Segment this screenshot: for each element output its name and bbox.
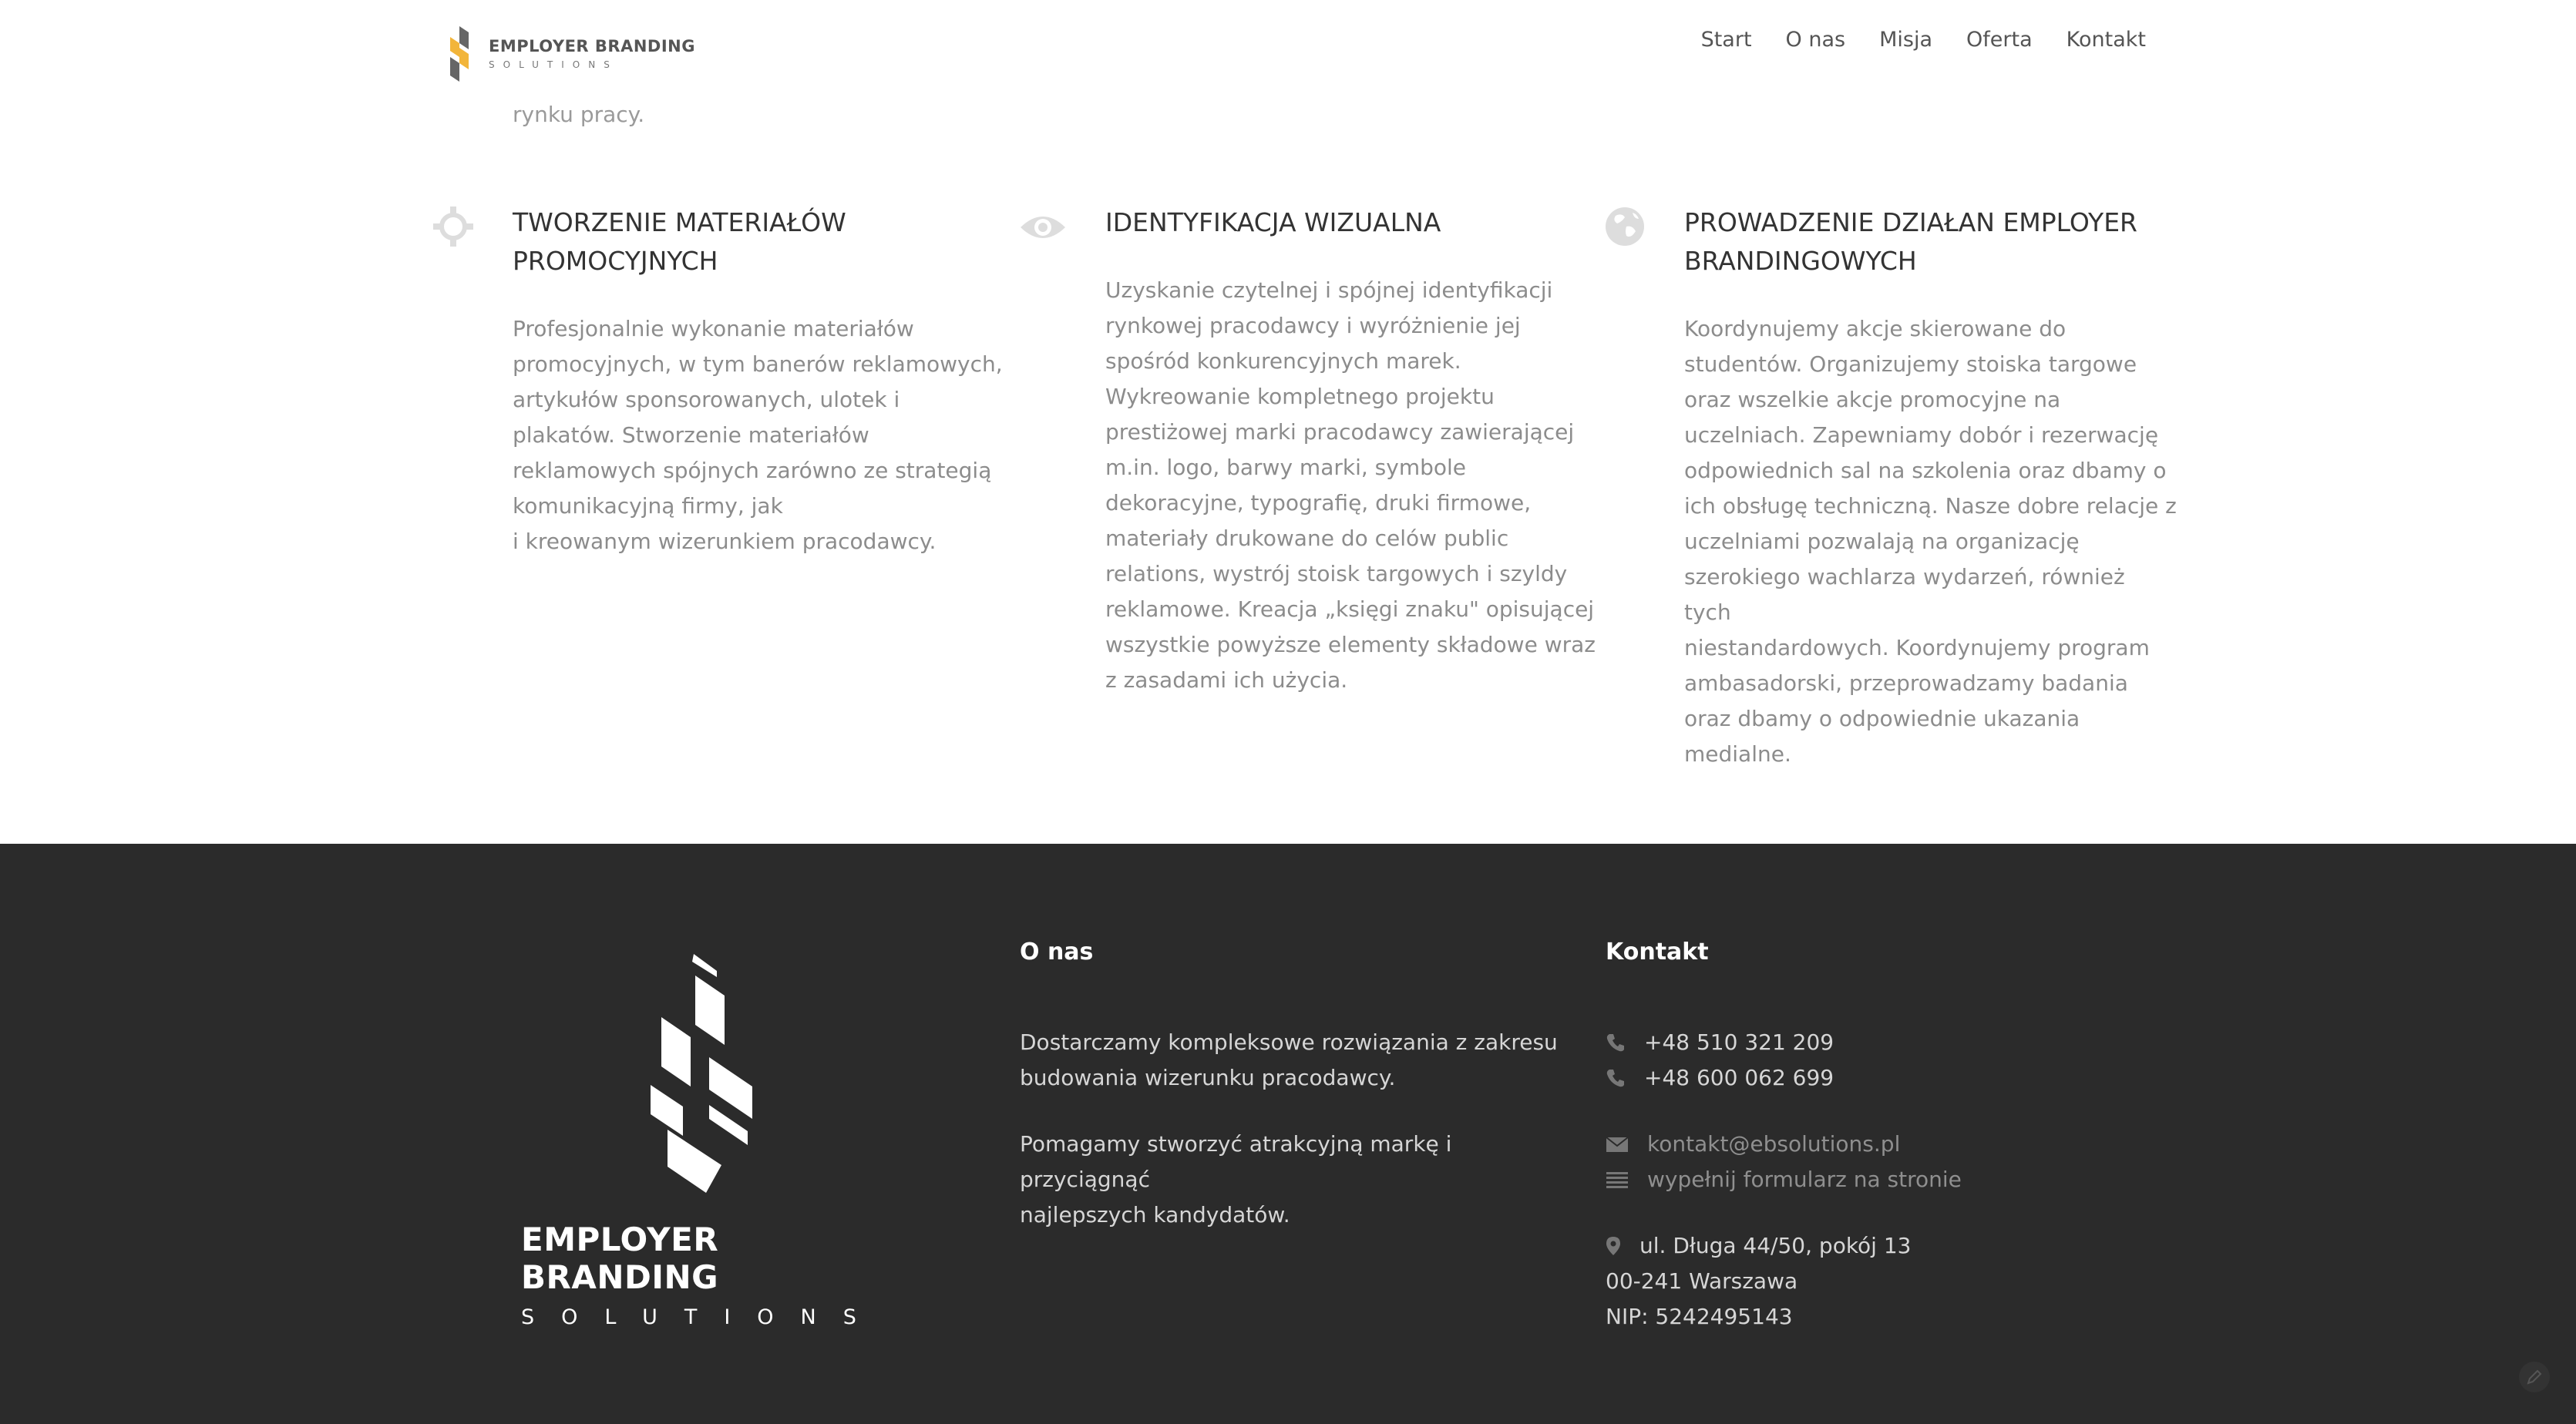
service-text-line: ich obsługę techniczną. Nasze dobre rela… bbox=[1684, 493, 2177, 519]
footer-logo-subtitle: SOLUTIONS bbox=[521, 1305, 883, 1329]
service-text-line: studentów. Organizujemy stoiska targowe bbox=[1684, 351, 2137, 377]
service-title-identity: IDENTYFIKACJA WIZUALNA bbox=[1105, 203, 1568, 242]
service-text-line: spośród konkurencyjnych marek. bbox=[1105, 348, 1461, 374]
contact-email: kontakt@ebsolutions.pl bbox=[1606, 1127, 1900, 1162]
service-text-line: reklamowe. Kreacja „księgi znaku" opisuj… bbox=[1105, 596, 1595, 622]
service-text-line: oraz wszelkie akcje promocyjne na bbox=[1684, 387, 2061, 412]
clipped-paragraph-text: rynku pracy. bbox=[513, 102, 645, 127]
contact-phone-2: +48 600 062 699 bbox=[1606, 1060, 1834, 1096]
service-text-line: i kreowanym wizerunkiem pracodawcy. bbox=[513, 529, 937, 554]
service-text-line: uczelniach. Zapewniamy dobór i rezerwacj… bbox=[1684, 422, 2159, 448]
service-text-line: dekoracyjne, typografię, druki firmowe, bbox=[1105, 490, 1532, 516]
service-text-line: materiały drukowane do celów public bbox=[1105, 526, 1509, 551]
contact-nip: NIP: 5242495143 bbox=[1606, 1299, 1793, 1335]
service-text-line: z zasadami ich użycia. bbox=[1105, 667, 1348, 693]
service-text-line: Wykreowanie kompletnego projektu bbox=[1105, 384, 1495, 409]
nav-start[interactable]: Start bbox=[1701, 28, 1752, 52]
nav-misja[interactable]: Misja bbox=[1879, 28, 1932, 52]
edit-icon bbox=[2527, 1369, 2542, 1385]
service-text-identity: Uzyskanie czytelnej i spójnej identyfika… bbox=[1105, 273, 1599, 698]
service-text-line: Koordynujemy akcje skierowane do bbox=[1684, 316, 2067, 341]
phone-icon bbox=[1606, 1034, 1624, 1052]
service-text-line: Uzyskanie czytelnej i spójnej identyfika… bbox=[1105, 277, 1553, 303]
scroll-to-top-button[interactable] bbox=[2519, 1362, 2550, 1392]
service-text-line: m.in. logo, barwy marki, symbole bbox=[1105, 455, 1467, 480]
service-text-employer-branding: Koordynujemy akcje skierowane do student… bbox=[1684, 311, 2177, 772]
service-text-line: promocyjnych, w tym banerów reklamowych, bbox=[513, 351, 1003, 377]
service-text-line: szerokiego wachlarza wydarzeń, również t… bbox=[1684, 564, 2125, 625]
footer-logo: EMPLOYER BRANDING SOLUTIONS bbox=[521, 954, 889, 1329]
service-text-line: medialne. bbox=[1684, 741, 1791, 767]
footer-about-heading: O nas bbox=[1020, 939, 1094, 966]
footer-text-line: najlepszych kandydatów. bbox=[1020, 1202, 1290, 1228]
service-text-line: Profesjonalnie wykonanie materiałów bbox=[513, 316, 914, 341]
nip-number: NIP: 5242495143 bbox=[1606, 1304, 1793, 1329]
map-pin-icon bbox=[1606, 1237, 1620, 1255]
service-text-materials: Profesjonalnie wykonanie materiałów prom… bbox=[513, 311, 1006, 559]
footer-logo-title: EMPLOYER BRANDING bbox=[521, 1221, 719, 1296]
service-text-line: prestiżowej marki pracodawcy zawierające… bbox=[1105, 419, 1575, 445]
footer-contact-heading: Kontakt bbox=[1606, 939, 1709, 966]
footer-text-line: Pomagamy stworzyć atrakcyjną markę i prz… bbox=[1020, 1131, 1452, 1192]
phone-number-1[interactable]: +48 510 321 209 bbox=[1644, 1025, 1834, 1060]
main-nav: Start O nas Misja Oferta Kontakt bbox=[1701, 28, 2146, 52]
footer-text-line: Dostarczamy kompleksowe rozwiązania z za… bbox=[1020, 1029, 1558, 1055]
phone-number-2[interactable]: +48 600 062 699 bbox=[1644, 1060, 1834, 1096]
contact-form-row: wypełnij formularz na stronie bbox=[1606, 1162, 1962, 1197]
address-line-2: 00-241 Warszawa bbox=[1606, 1268, 1798, 1294]
service-text-line: oraz dbamy o odpowiednie ukazania bbox=[1684, 706, 2080, 731]
email-link[interactable]: kontakt@ebsolutions.pl bbox=[1647, 1127, 1900, 1162]
service-text-line: odpowiednich sal na szkolenia oraz dbamy… bbox=[1684, 458, 2167, 483]
address-line-1: ul. Długa 44/50, pokój 13 bbox=[1639, 1233, 1912, 1258]
service-text-line: wszystkie powyższe elementy składowe wra… bbox=[1105, 632, 1596, 657]
contact-form-link[interactable]: wypełnij formularz na stronie bbox=[1647, 1162, 1962, 1197]
globe-icon bbox=[1606, 207, 1644, 246]
contact-address: ul. Długa 44/50, pokój 13 bbox=[1606, 1228, 1911, 1264]
service-text-line: niestandardowych. Koordynujemy program bbox=[1684, 635, 2150, 660]
logo-subtitle: SOLUTIONS bbox=[489, 59, 618, 70]
service-title-line: IDENTYFIKACJA WIZUALNA bbox=[1105, 207, 1441, 237]
service-title-line: PROMOCYJNYCH bbox=[513, 246, 718, 276]
service-text-line: komunikacyjną firmy, jak bbox=[513, 493, 783, 519]
service-title-line: BRANDINGOWYCH bbox=[1684, 246, 1917, 276]
nav-o-nas[interactable]: O nas bbox=[1786, 28, 1846, 52]
crosshair-icon bbox=[433, 207, 473, 247]
service-title-materials: TWORZENIE MATERIAŁÓW PROMOCYJNYCH bbox=[513, 203, 975, 280]
service-title-line: TWORZENIE MATERIAŁÓW bbox=[513, 207, 846, 237]
nav-kontakt[interactable]: Kontakt bbox=[2067, 28, 2146, 52]
service-text-line: ambasadorski, przeprowadzamy badania bbox=[1684, 670, 2128, 696]
service-text-line: rynkowej pracodawcy i wyróżnienie jej bbox=[1105, 313, 1521, 338]
service-text-line: artykułów sponsorowanych, ulotek i bbox=[513, 387, 900, 412]
contact-address-city: 00-241 Warszawa bbox=[1606, 1264, 1797, 1299]
list-icon bbox=[1606, 1172, 1628, 1188]
service-text-line: reklamowych spójnych zarówno ze strategi… bbox=[513, 458, 992, 483]
service-text-line: relations, wystrój stoisk targowych i sz… bbox=[1105, 561, 1568, 586]
phone-icon bbox=[1606, 1070, 1624, 1087]
header-logo[interactable]: EMPLOYER BRANDING SOLUTIONS bbox=[446, 26, 695, 82]
nav-oferta[interactable]: Oferta bbox=[1966, 28, 2033, 52]
footer-text-line: budowania wizerunku pracodawcy. bbox=[1020, 1065, 1396, 1090]
footer-about-paragraph-1: Dostarczamy kompleksowe rozwiązania z za… bbox=[1020, 1025, 1559, 1096]
footer-about-paragraph-2: Pomagamy stworzyć atrakcyjną markę i prz… bbox=[1020, 1127, 1559, 1233]
contact-phone-1: +48 510 321 209 bbox=[1606, 1025, 1834, 1060]
envelope-icon bbox=[1606, 1137, 1629, 1152]
service-title-employer-branding: PROWADZENIE DZIAŁAN EMPLOYER BRANDINGOWY… bbox=[1684, 203, 2177, 280]
eye-icon bbox=[1021, 217, 1065, 238]
logo-mark-icon bbox=[450, 26, 469, 82]
service-text-line: uczelniami pozwalają na organizację bbox=[1684, 529, 2080, 554]
logo-title: EMPLOYER BRANDING bbox=[489, 37, 695, 55]
service-text-line: plakatów. Stworzenie materiałów bbox=[513, 422, 869, 448]
logo-mark-icon bbox=[651, 954, 752, 1193]
top-navbar: EMPLOYER BRANDING SOLUTIONS Start O nas … bbox=[0, 0, 2576, 92]
service-title-line: PROWADZENIE DZIAŁAN EMPLOYER bbox=[1684, 207, 2137, 237]
